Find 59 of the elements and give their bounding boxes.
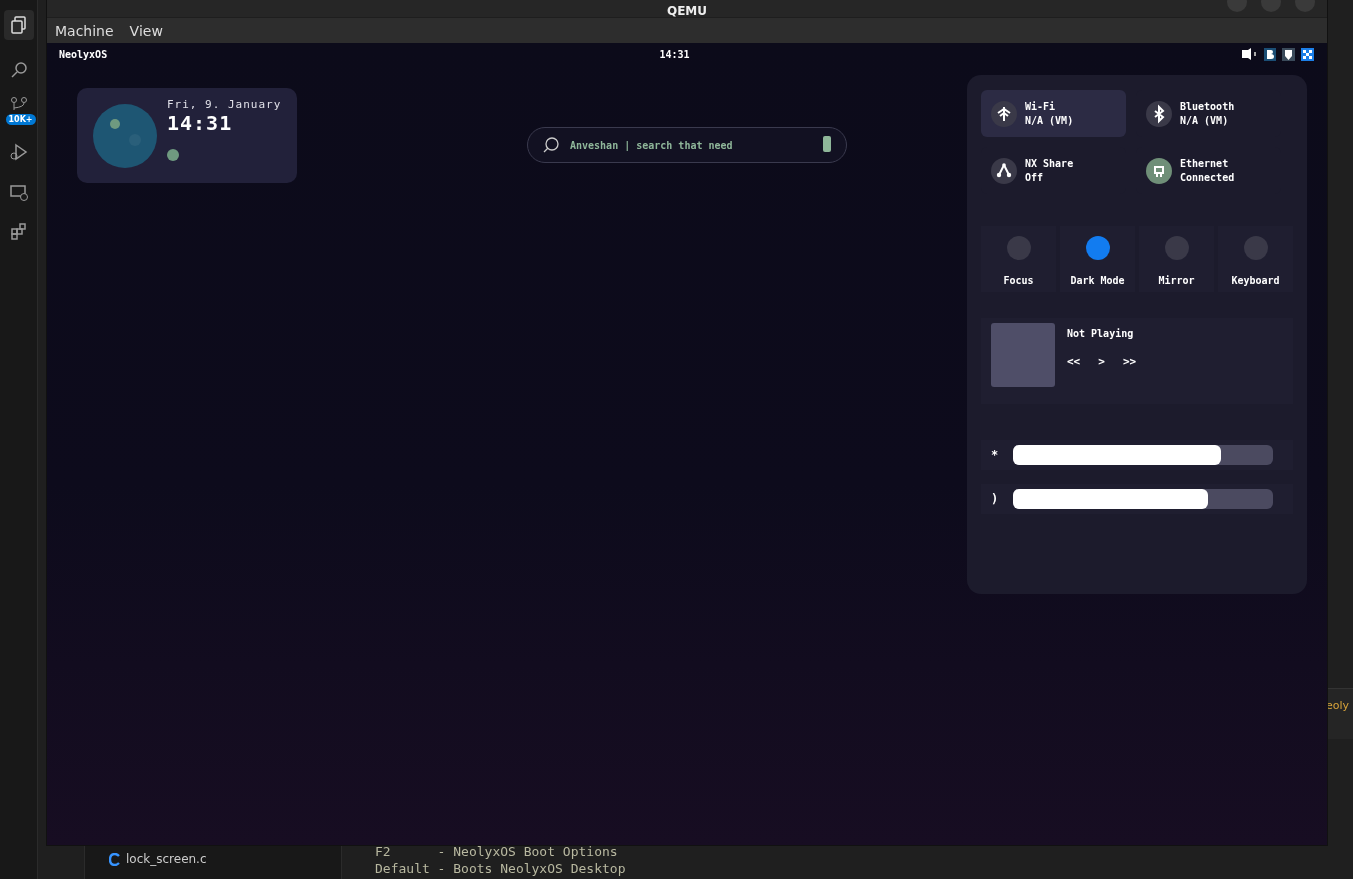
os-name: NeolyxOS [59, 48, 108, 60]
connection-status: N/A (VM) [1180, 113, 1230, 128]
slider-symbol: * [991, 448, 1000, 462]
connection-status: N/A (VM) [1025, 113, 1074, 128]
toggle-dot[interactable] [1164, 236, 1189, 260]
menu-item[interactable]: Machine [55, 22, 114, 39]
slider-fill[interactable] [1013, 445, 1221, 465]
terminal-line: F2 - NeolyxOS Boot Options [375, 843, 619, 860]
toggle-tile[interactable]: Keyboard [1218, 226, 1293, 292]
file-item[interactable]: lock_screen.c [109, 852, 207, 866]
media-control[interactable]: << [1067, 355, 1081, 368]
toggle-dot[interactable] [1085, 236, 1110, 260]
connection-title: Wi-Fi [1025, 99, 1057, 114]
terminal-line: Default - Boots NeolyxOS Desktop [375, 860, 626, 877]
shield-icon[interactable] [1282, 47, 1295, 61]
toggle-dot[interactable] [1006, 236, 1031, 260]
search-icon [542, 136, 560, 154]
slider-track[interactable] [1013, 489, 1273, 509]
slider-symbol: ) [991, 492, 1000, 506]
toggle-tile[interactable]: Dark Mode [1060, 226, 1135, 292]
toggle-label: Mirror [1158, 275, 1195, 286]
files-icon[interactable] [8, 15, 29, 35]
connection-status: Off [1025, 170, 1045, 185]
search-field[interactable]: Anveshan | search that need [568, 138, 814, 152]
toggle-label: Keyboard [1231, 275, 1280, 286]
toggle-tile[interactable]: Mirror [1139, 226, 1214, 292]
connection-title: Ethernet [1180, 156, 1230, 171]
speaker-icon[interactable] [1242, 48, 1258, 60]
c-file-icon [109, 852, 120, 866]
media-title: Not Playing [1067, 328, 1135, 339]
remote-icon[interactable] [8, 182, 29, 202]
status-dot-icon [167, 149, 179, 161]
bold-b-icon[interactable] [1264, 47, 1276, 61]
menu-item[interactable]: View [129, 22, 163, 39]
run-debug-icon[interactable] [8, 142, 29, 162]
search-bar[interactable]: Anveshan | search that need [527, 127, 847, 163]
album-art [991, 323, 1055, 387]
connection-tile[interactable]: Wi-Fi N/A (VM) [981, 90, 1126, 137]
microphone-icon[interactable] [822, 136, 832, 154]
extensions-icon[interactable] [8, 222, 29, 242]
connection-status: Connected [1180, 170, 1235, 185]
toggle-label: Focus [1003, 275, 1034, 286]
media-control[interactable]: >> [1122, 355, 1137, 368]
grid-icon[interactable] [1301, 47, 1314, 61]
slider-fill[interactable] [1013, 489, 1208, 509]
toggle-dot[interactable] [1243, 236, 1268, 260]
connection-title: NX Share [1025, 156, 1074, 171]
slider-track[interactable] [1013, 445, 1273, 465]
clock-time: 14:31 [167, 111, 234, 135]
source-control-icon[interactable] [8, 96, 29, 112]
connection-title: Bluetooth [1180, 99, 1235, 114]
date-text: Fri, 9. January [167, 98, 282, 111]
count-badge: 10K+ [5, 114, 36, 125]
top-clock: 14:31 [659, 48, 690, 60]
toggle-label: Dark Mode [1070, 275, 1125, 286]
globe-drawing [93, 104, 157, 168]
media-control[interactable]: > [1098, 355, 1105, 368]
window-title: QEMU [666, 5, 708, 17]
toggle-tile[interactable]: Focus [981, 226, 1056, 292]
